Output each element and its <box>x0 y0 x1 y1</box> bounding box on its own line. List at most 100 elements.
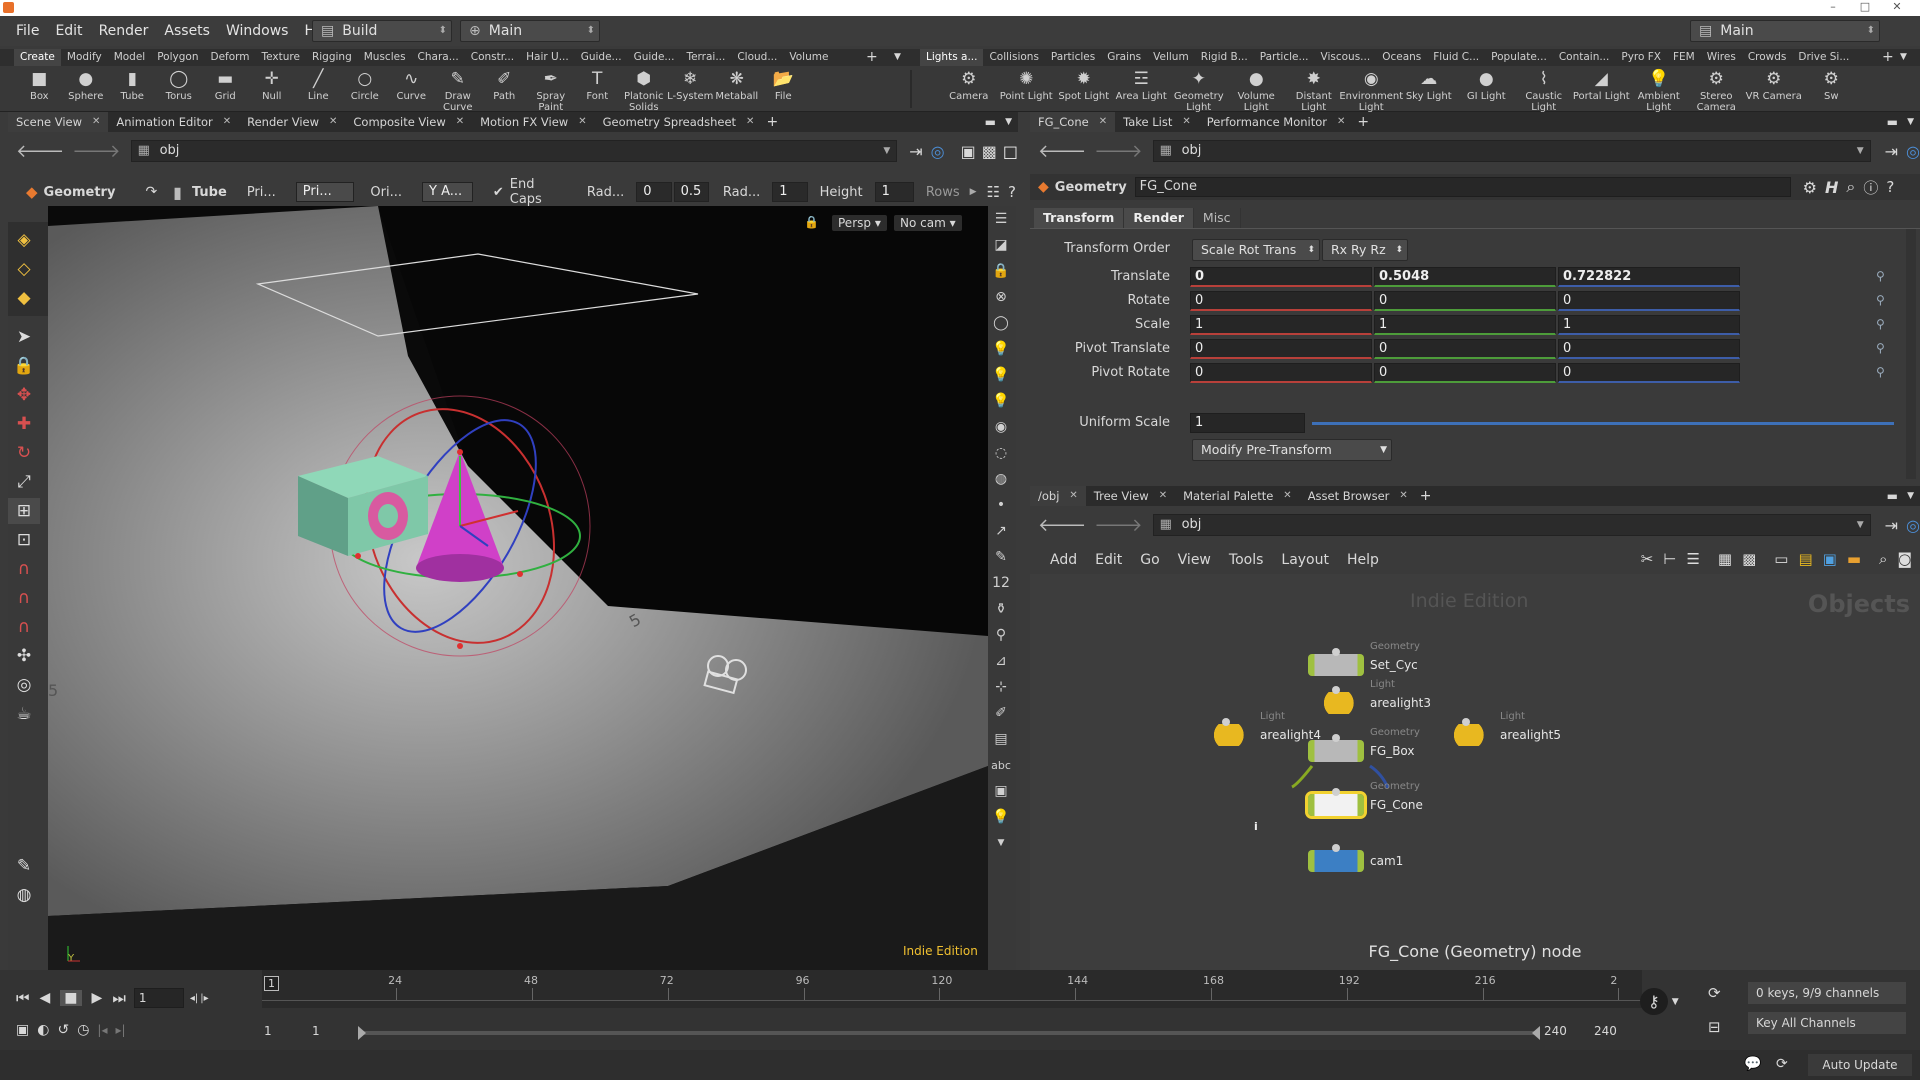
network-node[interactable]: Geometry Set_Cyc <box>1308 641 1420 676</box>
close-tab-icon[interactable]: ✕ <box>1399 486 1407 506</box>
select-edges-icon[interactable]: ◆ <box>8 285 40 311</box>
range-start-field[interactable]: 1 <box>312 1024 320 1038</box>
param-z-field[interactable]: 0.722822 <box>1558 267 1740 287</box>
number-icon[interactable]: 12 <box>988 570 1014 596</box>
close-tab-icon[interactable]: ✕ <box>456 112 464 132</box>
add-pane-tab-icon[interactable]: + <box>1420 488 1432 504</box>
pane-menu-icon[interactable]: ▼ <box>1005 117 1012 127</box>
pane-tab[interactable]: /obj ✕ <box>1030 486 1086 506</box>
normal-icon[interactable]: ↗ <box>988 518 1014 544</box>
menu-file[interactable]: File <box>8 16 47 46</box>
image-icon[interactable]: ▣ <box>988 778 1014 804</box>
shelf-tab[interactable]: Muscles <box>358 49 412 66</box>
shelf-tab[interactable]: Guide... <box>628 49 681 66</box>
scroll-down-icon[interactable]: ▼ <box>988 830 1014 856</box>
shelf-tab[interactable]: Wires <box>1701 49 1742 66</box>
rotation-order-dropdown[interactable]: Rx Ry Rz ⬍ <box>1322 239 1408 261</box>
viewport-options-icon[interactable]: ▩ <box>982 142 997 161</box>
param-x-field[interactable]: 1 <box>1190 315 1372 335</box>
forward-arrow-icon[interactable]: 🡒 <box>72 141 120 162</box>
sticky-note-icon[interactable]: ▤ <box>1798 550 1812 568</box>
shelf-tab[interactable]: Model <box>108 49 152 66</box>
node-input-dot[interactable] <box>1332 788 1340 796</box>
pretransform-menu[interactable]: Modify Pre-Transform ▼ <box>1192 439 1392 461</box>
snapping-icon[interactable]: ✎ <box>8 853 40 879</box>
network-node[interactable]: Light arealight5 <box>1438 711 1561 746</box>
orientation-dropdown[interactable]: Y A... <box>422 182 473 202</box>
left-path-field[interactable]: ▦ obj ▼ <box>130 140 898 162</box>
expand-arrow-icon[interactable]: ▶ <box>970 187 977 197</box>
shelf-tab[interactable]: Polygon <box>151 49 204 66</box>
bulb-icon[interactable]: 💡 <box>988 804 1014 830</box>
pen-icon[interactable]: ✐ <box>988 700 1014 726</box>
bucket-icon[interactable]: ⚱ <box>988 596 1014 622</box>
perspective-menu[interactable]: Persp ▾ <box>832 215 887 231</box>
brush-icon[interactable]: ✎ <box>988 544 1014 570</box>
network-node[interactable]: Geometry FG_Cone <box>1305 781 1423 819</box>
tool-history-icon[interactable]: ↷ <box>145 184 157 200</box>
network-editor[interactable]: Indie Edition Objects Geometry Set_Cyc Lig… <box>1030 574 1920 970</box>
shelf-tool-vr-camera[interactable]: ⚙ VR Camera <box>1743 68 1805 102</box>
param-channel-icon[interactable]: ⚲ <box>1876 341 1885 355</box>
shelf-tool-file[interactable]: 📂 File <box>758 68 809 102</box>
pane-tab[interactable]: FG_Cone ✕ <box>1030 112 1116 132</box>
node-input-dot[interactable] <box>1332 648 1340 656</box>
lock-camera-icon[interactable]: 🔒 <box>988 258 1014 284</box>
link-icon[interactable]: ◎ <box>931 142 945 161</box>
camera-tool-icon[interactable]: ☕ <box>8 701 40 727</box>
add-shelf-right-icon[interactable]: + <box>1882 49 1894 66</box>
select-points-icon[interactable]: ◇ <box>8 256 40 282</box>
add-pane-tab-icon[interactable]: + <box>766 114 778 130</box>
param-path-field[interactable]: ▦ obj ▼ <box>1152 140 1871 162</box>
auto-update-dropdown[interactable]: Auto Update <box>1808 1054 1912 1076</box>
key-channels-icon[interactable]: ⊟ <box>1708 1018 1721 1036</box>
param-z-field[interactable]: 0 <box>1558 291 1740 311</box>
shelf-tool-line[interactable]: ╱ Line <box>293 68 344 102</box>
close-tab-icon[interactable]: ✕ <box>1283 486 1291 506</box>
range-start-handle[interactable] <box>358 1026 366 1040</box>
point-icon[interactable]: • <box>988 492 1014 518</box>
shelf-tab[interactable]: Populate... <box>1485 49 1553 66</box>
cross-icon[interactable]: ⊗ <box>988 284 1014 310</box>
network-menu-go[interactable]: Go <box>1140 552 1159 568</box>
headlight-icon[interactable]: ◯ <box>988 310 1014 336</box>
pane-tab[interactable]: Motion FX View ✕ <box>472 112 594 132</box>
pane-tab[interactable]: Material Palette ✕ <box>1175 486 1300 506</box>
close-tab-icon[interactable]: ✕ <box>578 112 586 132</box>
primitive-type-dropdown[interactable]: Pri... <box>295 182 355 202</box>
back-arrow-icon[interactable]: 🡐 <box>1038 141 1086 162</box>
pin-select-icon[interactable]: ◈ <box>8 227 40 253</box>
shelf-tool-caustic-light[interactable]: ⌇ Caustic Light <box>1513 68 1575 113</box>
network-node[interactable]: Geometry FG_Box <box>1308 727 1420 762</box>
magnet-icon-3[interactable]: ∩ <box>8 614 40 640</box>
scene-viewport[interactable]: Y 5 5 Persp ▾ No cam ▾ 🔒 Indie Edition <box>48 206 988 970</box>
shelf-tool-point-light[interactable]: ✺ Point Light <box>996 68 1058 102</box>
param-z-field[interactable]: 1 <box>1558 315 1740 335</box>
close-tab-icon[interactable]: ✕ <box>1182 112 1190 132</box>
tool-options-icon[interactable]: ☷ <box>987 183 1000 201</box>
shelf-tool-distant-light[interactable]: ✸ Distant Light <box>1283 68 1345 113</box>
shelf-tab[interactable]: Oceans <box>1376 49 1427 66</box>
param-y-field[interactable]: 1 <box>1374 315 1556 335</box>
view-tool-icon[interactable]: ✣ <box>8 643 40 669</box>
move-icon[interactable]: ✚ <box>8 411 40 437</box>
shelf-tool-metaball[interactable]: ❋ Metaball <box>712 68 763 102</box>
network-node[interactable]: cam1 <box>1308 844 1403 872</box>
close-tab-icon[interactable]: ✕ <box>1337 112 1345 132</box>
link-icon[interactable]: ◎ <box>1906 142 1920 161</box>
close-tab-icon[interactable]: ✕ <box>746 112 754 132</box>
grid-snap-icon[interactable]: ⊹ <box>988 674 1014 700</box>
pin-icon[interactable]: ⇥ <box>1885 516 1898 535</box>
pane-tab[interactable]: Animation Editor ✕ <box>108 112 239 132</box>
lock-icon[interactable]: 🔒 <box>8 353 40 379</box>
shelf-tool-portal-light[interactable]: ◢ Portal Light <box>1571 68 1633 102</box>
tree-icon[interactable]: ⊢ <box>1663 550 1676 568</box>
reload-icon[interactable]: ⟳ <box>1776 1056 1788 1072</box>
play-reverse-icon[interactable]: ◀ <box>40 990 51 1006</box>
key-icon[interactable]: ⚷ <box>1640 988 1668 1015</box>
shelf-tool-draw-curve[interactable]: ✎ Draw Curve <box>433 68 484 113</box>
param-channel-icon[interactable]: ⚲ <box>1876 293 1885 307</box>
pane-tab[interactable]: Take List ✕ <box>1115 112 1199 132</box>
viewport-lock-icon[interactable]: 🔒 <box>804 215 819 229</box>
param-tab-misc[interactable]: Misc <box>1194 208 1241 228</box>
